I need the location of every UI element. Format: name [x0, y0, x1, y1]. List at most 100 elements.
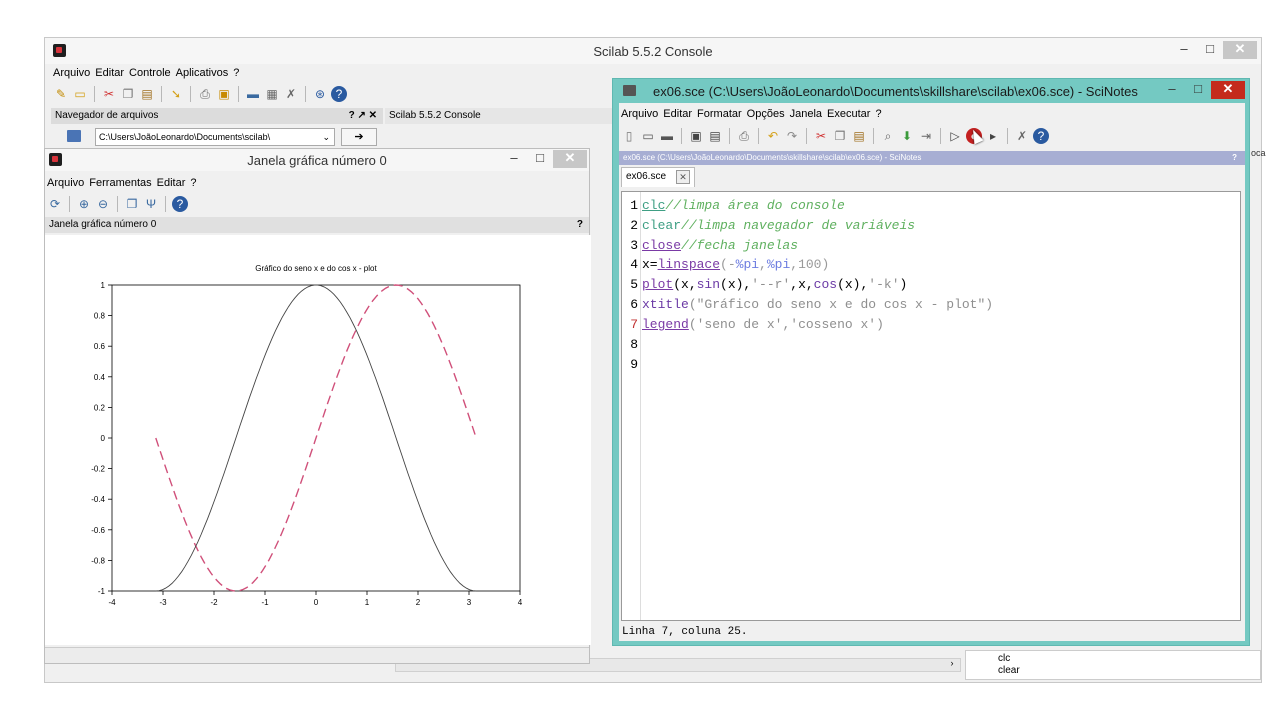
paste-icon[interactable]: ▤ — [851, 128, 867, 144]
minimize-button[interactable]: – — [1171, 41, 1197, 59]
code-token: (- — [720, 257, 736, 272]
menu-opcoes[interactable]: Opções — [747, 106, 785, 123]
close-tab-icon[interactable]: ✕ — [676, 170, 690, 184]
tools-icon[interactable]: ✗ — [283, 86, 299, 102]
menu-ferramentas[interactable]: Ferramentas — [89, 175, 151, 192]
variable-item-clc[interactable]: clc — [998, 653, 1010, 664]
execute-icon[interactable]: ▷ — [947, 128, 963, 144]
open-recent-icon[interactable]: ▬ — [659, 128, 675, 144]
paste-icon[interactable]: ▤ — [139, 86, 155, 102]
undo-icon[interactable]: ↶ — [765, 128, 781, 144]
atoms-icon[interactable]: ⊛ — [312, 86, 328, 102]
panel-help-button[interactable]: ? — [1232, 151, 1237, 165]
save-as-icon[interactable]: ▤ — [707, 128, 723, 144]
y-tick-label: -0.4 — [91, 495, 105, 504]
close-button[interactable]: ✕ — [1223, 41, 1257, 59]
menu-editar[interactable]: Editar — [95, 65, 124, 82]
zoom-out-icon[interactable]: ⊖ — [95, 196, 111, 212]
minimize-button[interactable]: – — [1159, 81, 1185, 99]
maximize-button[interactable]: □ — [1185, 81, 1211, 99]
x-tick-label: 3 — [467, 598, 472, 607]
editor-icon[interactable]: Ψ — [143, 196, 159, 212]
browse-button[interactable]: ➔ — [341, 128, 377, 146]
maximize-button[interactable]: □ — [1197, 41, 1223, 59]
clear-console-icon[interactable]: ▣ — [216, 86, 232, 102]
code-token: xtitle — [642, 297, 689, 312]
menu-controle[interactable]: Controle — [129, 65, 171, 82]
download-icon[interactable]: ⬇ — [899, 128, 915, 144]
console-titlebar[interactable]: Scilab 5.5.2 Console – □ ✕ — [45, 38, 1261, 64]
plot-area[interactable]: Gráfico do seno x e do cos x - plot -4 -3 -… — [45, 235, 591, 645]
path-combobox[interactable]: C:\Users\JoãoLeonardo\Documents\scilab\ … — [95, 128, 335, 146]
scinotes-icon[interactable]: ▬ — [245, 86, 261, 102]
copy-icon[interactable]: ❐ — [120, 86, 136, 102]
copy-icon[interactable]: ❐ — [832, 128, 848, 144]
graphic-statusbar — [45, 647, 589, 663]
code-token: sin — [696, 277, 721, 292]
save-icon[interactable]: ▣ — [688, 128, 704, 144]
y-tick-label: -0.6 — [91, 526, 105, 535]
graphic-panel-title: Janela gráfica número 0 — [49, 219, 157, 230]
code-line-3: close//fecha janelas — [642, 238, 798, 253]
cut-icon[interactable]: ✂ — [101, 86, 117, 102]
right-edge-text: oca — [1251, 148, 1266, 158]
new-script-icon[interactable]: ✎ — [53, 86, 69, 102]
menu-arquivo[interactable]: Arquivo — [621, 106, 658, 123]
scinotes-titlebar[interactable]: ex06.sce (C:\Users\JoãoLeonardo\Document… — [613, 79, 1249, 103]
console-tab[interactable]: Scilab 5.5.2 Console — [385, 108, 615, 124]
console-title: Scilab 5.5.2 Console — [593, 44, 713, 59]
menu-executar[interactable]: Executar — [827, 106, 870, 123]
minimize-button[interactable]: – — [501, 150, 527, 168]
code-token: close — [642, 238, 682, 253]
line-number: 6 — [630, 297, 638, 312]
change-dir-icon[interactable]: ➘ — [168, 86, 184, 102]
maximize-button[interactable]: □ — [527, 150, 553, 168]
menu-help[interactable]: ? — [190, 175, 196, 192]
search-icon[interactable]: ⌕ — [880, 128, 896, 144]
help-icon[interactable]: ? — [172, 196, 188, 212]
menu-formatar[interactable]: Formatar — [697, 106, 742, 123]
code-comment: //limpa área do console — [665, 198, 845, 213]
x-tick-label: 4 — [518, 598, 523, 607]
variable-browser: clc clear — [965, 650, 1261, 680]
cut-icon[interactable]: ✂ — [813, 128, 829, 144]
series-sine-line — [155, 284, 477, 592]
close-button[interactable]: ✕ — [553, 150, 587, 168]
datatip-icon[interactable]: ❐ — [124, 196, 140, 212]
menu-editar[interactable]: Editar — [663, 106, 692, 123]
open-folder-icon[interactable]: ▭ — [72, 86, 88, 102]
rotate-icon[interactable]: ⟳ — [47, 196, 63, 212]
x-tick-label: -1 — [261, 598, 269, 607]
open-file-icon[interactable]: ▭ — [640, 128, 656, 144]
code-line-6: xtitle("Gráfico do seno x e do cos x - p… — [642, 297, 993, 312]
menu-help[interactable]: ? — [875, 106, 881, 123]
help-icon[interactable]: ? — [1033, 128, 1049, 144]
print-icon[interactable]: ⎙ — [736, 128, 752, 144]
close-button[interactable]: ✕ — [1211, 81, 1245, 99]
tools-icon[interactable]: ✗ — [1014, 128, 1030, 144]
menu-aplicativos[interactable]: Aplicativos — [176, 65, 229, 82]
variable-item-clear[interactable]: clear — [998, 665, 1020, 676]
menu-arquivo[interactable]: Arquivo — [53, 65, 90, 82]
file-tab-ex06[interactable]: ex06.sce ✕ — [621, 167, 695, 187]
code-editor[interactable]: 1 2 3 4 5 6 7 8 9 clc//limpa área do con… — [621, 191, 1241, 621]
code-token: ) — [821, 257, 830, 272]
file-browser-buttons[interactable]: ? ↗ ✕ — [349, 108, 377, 124]
redo-icon[interactable]: ↷ — [784, 128, 800, 144]
zoom-in-icon[interactable]: ⊕ — [76, 196, 92, 212]
indent-icon[interactable]: ⇥ — [918, 128, 934, 144]
menu-janela[interactable]: Janela — [790, 106, 822, 123]
menu-help[interactable]: ? — [233, 65, 239, 82]
print-icon[interactable]: ⎙ — [197, 86, 213, 102]
scroll-right-icon[interactable]: › — [945, 658, 959, 672]
menu-arquivo[interactable]: Arquivo — [47, 175, 84, 192]
file-browser-title: Navegador de arquivos — [55, 110, 159, 121]
x-tick-label: -3 — [159, 598, 167, 607]
panel-help-button[interactable]: ? — [577, 217, 583, 233]
help-icon[interactable]: ? — [331, 86, 347, 102]
execute-selection-icon[interactable]: ▸ — [985, 128, 1001, 144]
xcos-icon[interactable]: ▦ — [264, 86, 280, 102]
new-file-icon[interactable]: ▯ — [621, 128, 637, 144]
menu-editar[interactable]: Editar — [157, 175, 186, 192]
graphic-titlebar[interactable]: Janela gráfica número 0 – □ ✕ — [45, 149, 589, 171]
